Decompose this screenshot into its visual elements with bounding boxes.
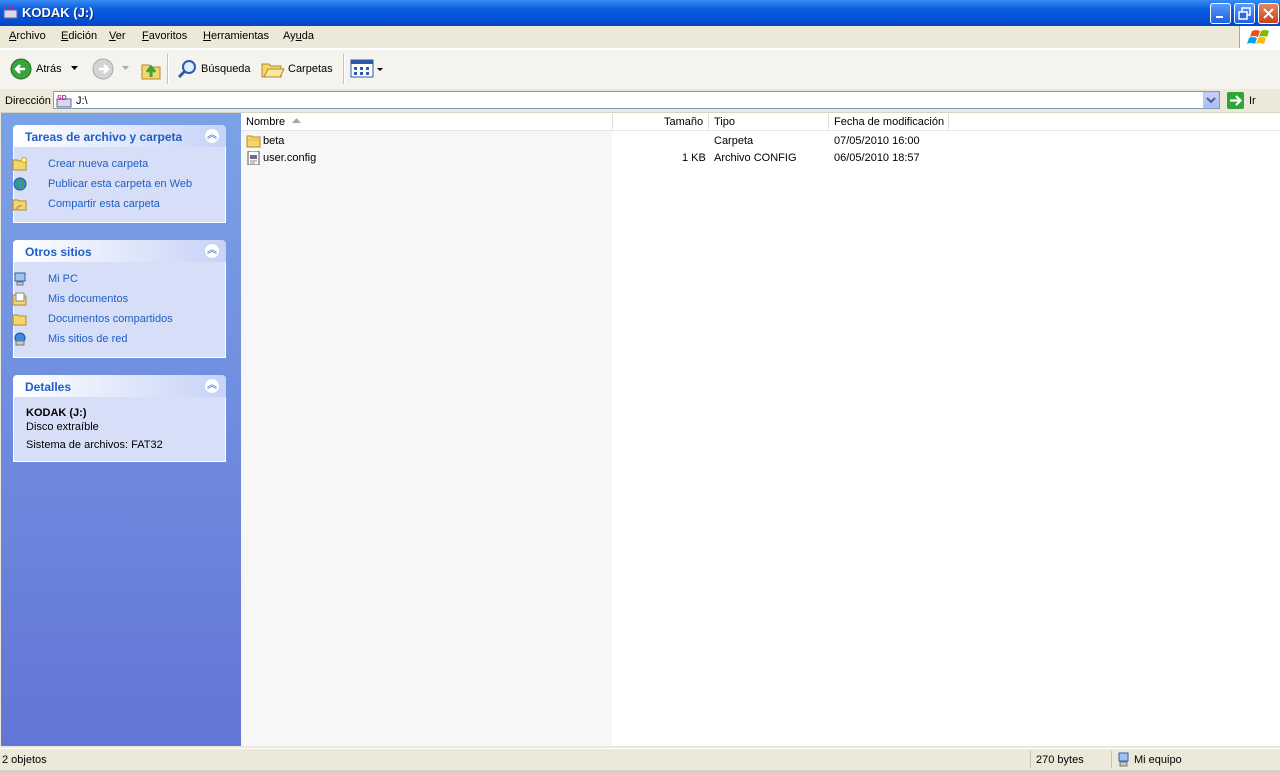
toolbar-separator bbox=[167, 54, 169, 84]
places-panel-title: Otros sitios bbox=[25, 245, 92, 259]
details-filesystem: Sistema de archivos: FAT32 bbox=[26, 439, 163, 451]
chevron-down-icon bbox=[1206, 97, 1216, 104]
status-object-count: 2 objetos bbox=[2, 754, 47, 766]
views-button[interactable] bbox=[349, 57, 385, 81]
window-title: KODAK (J:) bbox=[22, 5, 94, 20]
column-header-date[interactable]: Fecha de modificación bbox=[834, 116, 944, 128]
collapse-icon[interactable]: ︽ bbox=[204, 378, 220, 394]
search-icon bbox=[177, 60, 196, 79]
my-documents-icon bbox=[12, 292, 27, 306]
places-panel-header[interactable]: Otros sitios ︽ bbox=[13, 240, 226, 262]
status-divider bbox=[1111, 751, 1112, 768]
task-create-folder[interactable]: Crear nueva carpeta bbox=[48, 158, 148, 170]
tasks-panel-title: Tareas de archivo y carpeta bbox=[25, 130, 183, 144]
menu-ver[interactable]: Ver bbox=[109, 30, 126, 42]
share-folder-icon bbox=[12, 199, 27, 211]
column-header-name[interactable]: Nombre bbox=[246, 116, 285, 128]
go-label[interactable]: Ir bbox=[1249, 95, 1256, 107]
svg-text:SD: SD bbox=[4, 5, 14, 12]
menu-herramientas[interactable]: Herramientas bbox=[203, 30, 269, 42]
address-input[interactable] bbox=[53, 91, 1220, 109]
place-network[interactable]: Mis sitios de red bbox=[48, 333, 127, 345]
go-button[interactable] bbox=[1227, 92, 1244, 109]
details-panel-header[interactable]: Detalles ︽ bbox=[13, 375, 226, 397]
status-bar bbox=[0, 748, 1280, 771]
file-name[interactable]: beta bbox=[263, 135, 284, 147]
file-date: 07/05/2010 16:00 bbox=[834, 135, 920, 147]
column-divider[interactable] bbox=[828, 114, 829, 129]
restore-button[interactable] bbox=[1234, 3, 1255, 24]
details-panel-title: Detalles bbox=[25, 380, 72, 394]
forward-arrow-icon[interactable] bbox=[92, 58, 114, 80]
windows-logo bbox=[1239, 26, 1280, 48]
folders-icon bbox=[261, 63, 285, 78]
address-label: Dirección bbox=[5, 95, 51, 107]
status-divider bbox=[1030, 751, 1031, 768]
column-divider[interactable] bbox=[612, 114, 613, 129]
column-divider[interactable] bbox=[948, 114, 949, 129]
place-my-documents[interactable]: Mis documentos bbox=[48, 293, 128, 305]
restore-icon bbox=[1238, 7, 1251, 20]
drive-icon: SD bbox=[3, 5, 18, 19]
title-bar[interactable] bbox=[0, 0, 1280, 26]
list-header bbox=[241, 113, 1280, 131]
network-places-icon bbox=[14, 332, 26, 346]
minimize-button[interactable] bbox=[1210, 3, 1231, 24]
back-arrow-icon bbox=[10, 58, 32, 80]
sorted-column-highlight bbox=[241, 130, 612, 746]
collapse-icon[interactable]: ︽ bbox=[204, 128, 220, 144]
close-button[interactable] bbox=[1258, 3, 1279, 24]
status-total-size: 270 bytes bbox=[1036, 754, 1084, 766]
tasks-panel-header[interactable]: Tareas de archivo y carpeta ︽ bbox=[13, 125, 226, 147]
place-my-pc[interactable]: Mi PC bbox=[48, 273, 78, 285]
minimize-icon bbox=[1216, 16, 1223, 18]
my-computer-icon bbox=[14, 272, 26, 286]
back-label: Atrás bbox=[36, 63, 62, 75]
details-name: KODAK (J:) bbox=[26, 407, 87, 419]
svg-text:SD: SD bbox=[57, 95, 67, 102]
details-type: Disco extraíble bbox=[26, 421, 99, 433]
back-dropdown-icon[interactable] bbox=[71, 66, 78, 71]
file-type: Carpeta bbox=[714, 135, 754, 147]
windows-flag-icon bbox=[1247, 30, 1269, 44]
file-name[interactable]: user.config bbox=[263, 152, 316, 164]
menu-ayuda[interactable]: Ayuda bbox=[283, 30, 314, 42]
toolbar-separator bbox=[343, 54, 345, 84]
collapse-icon[interactable]: ︽ bbox=[204, 243, 220, 259]
status-location: Mi equipo bbox=[1134, 754, 1182, 766]
menu-favoritos[interactable]: Favoritos bbox=[142, 30, 187, 42]
file-date: 06/05/2010 18:57 bbox=[834, 152, 920, 164]
shared-documents-icon bbox=[12, 314, 27, 326]
close-icon bbox=[1263, 8, 1274, 19]
menu-edicion[interactable]: Edición bbox=[61, 30, 97, 42]
publish-web-icon bbox=[13, 177, 27, 191]
task-publish-web[interactable]: Publicar esta carpeta en Web bbox=[48, 178, 192, 190]
forward-dropdown-icon[interactable] bbox=[122, 66, 129, 71]
go-arrow-icon bbox=[1230, 95, 1243, 106]
search-label: Búsqueda bbox=[201, 63, 251, 75]
menu-archivo[interactable]: Archivo bbox=[9, 30, 46, 42]
task-share-folder[interactable]: Compartir esta carpeta bbox=[48, 198, 160, 210]
my-computer-icon bbox=[1118, 752, 1129, 767]
address-value[interactable]: J:\ bbox=[76, 95, 88, 107]
menu-bar: Archivo Edición Ver Favoritos Herramient… bbox=[0, 26, 1280, 49]
window-bottom-edge bbox=[0, 770, 1280, 774]
column-header-size[interactable]: Tamaño bbox=[664, 116, 703, 128]
folder-icon bbox=[246, 135, 261, 148]
column-header-type[interactable]: Tipo bbox=[714, 116, 735, 128]
up-folder-icon[interactable] bbox=[140, 57, 162, 81]
column-divider[interactable] bbox=[708, 114, 709, 129]
folders-label: Carpetas bbox=[288, 63, 333, 75]
sort-ascending-icon bbox=[292, 118, 301, 123]
views-icon bbox=[350, 59, 383, 78]
file-type: Archivo CONFIG bbox=[714, 152, 797, 164]
place-shared-documents[interactable]: Documentos compartidos bbox=[48, 313, 173, 325]
new-folder-icon bbox=[12, 157, 27, 171]
file-size: 1 KB bbox=[682, 152, 706, 164]
config-file-icon bbox=[247, 151, 260, 165]
drive-icon: SD bbox=[56, 95, 72, 108]
address-dropdown-button[interactable] bbox=[1203, 92, 1219, 108]
